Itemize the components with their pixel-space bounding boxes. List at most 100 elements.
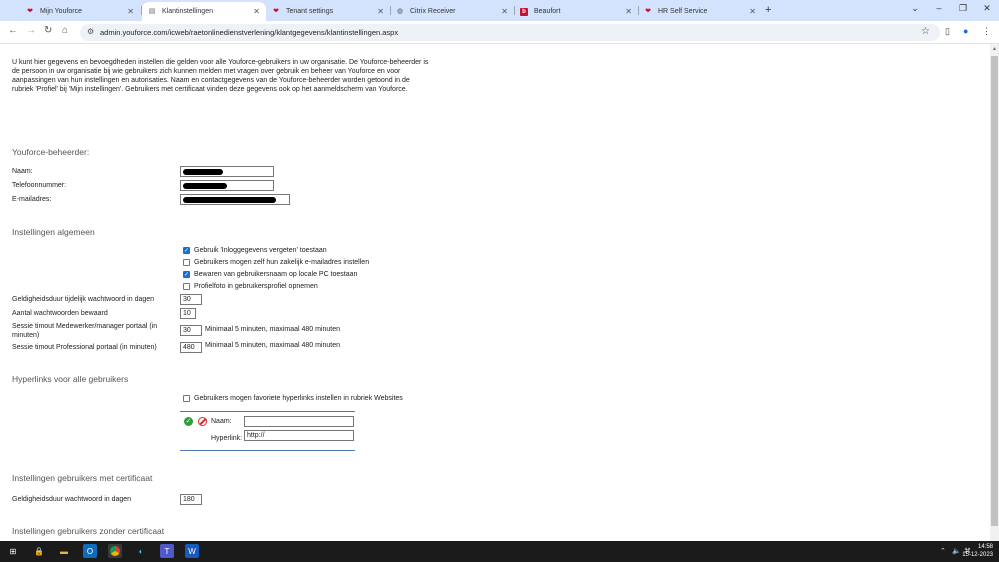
tab-label: Beaufort bbox=[534, 8, 561, 15]
hyperlink-name-input[interactable] bbox=[244, 416, 354, 427]
page-scrollbar[interactable]: ▲ bbox=[990, 44, 999, 541]
teams-icon[interactable]: T bbox=[160, 544, 174, 558]
redaction-bar bbox=[183, 197, 276, 203]
scroll-thumb[interactable] bbox=[991, 56, 998, 526]
tab-mijn-youforce[interactable]: ❤ Mijn Youforce ✕ bbox=[20, 2, 140, 21]
temp-password-label: Geldigheidsduur tijdelijk wachtwoord in … bbox=[12, 296, 155, 303]
tab-beaufort[interactable]: b Beaufort ✕ bbox=[514, 2, 638, 21]
tab-label: HR Self Service bbox=[658, 8, 708, 15]
clock-time: 14:58 bbox=[977, 544, 993, 550]
menu-icon[interactable]: ⋮ bbox=[982, 26, 991, 37]
page-icon: ▤ bbox=[148, 7, 156, 15]
checkbox-unchecked-icon[interactable] bbox=[183, 395, 190, 402]
close-icon[interactable]: ✕ bbox=[127, 7, 134, 16]
checkbox-forgot-credentials[interactable]: ✓ Gebruik 'Inloggegevens vergeten' toest… bbox=[183, 247, 327, 254]
checkbox-label: Gebruikers mogen zelf hun zakelijk e-mai… bbox=[194, 259, 370, 266]
cert-section-title: Instellingen gebruikers met certificaat bbox=[12, 473, 153, 483]
checkbox-profile-photo[interactable]: Profielfoto in gebruikersprofiel opnemen bbox=[183, 283, 318, 290]
minimize-icon[interactable]: – bbox=[927, 3, 951, 14]
session-professional-input[interactable]: 480 bbox=[180, 342, 202, 353]
hyperlink-url-label: Hyperlink: bbox=[211, 435, 243, 442]
admin-email-label: E-mailadres: bbox=[12, 196, 52, 203]
redaction-bar bbox=[183, 169, 223, 175]
tab-citrix-receiver[interactable]: ◍ Citrix Receiver ✕ bbox=[390, 2, 514, 21]
temp-password-input[interactable]: 30 bbox=[180, 294, 202, 305]
close-icon[interactable]: ✕ bbox=[625, 7, 632, 16]
window-controls: ⌄ – ❐ ✕ bbox=[903, 3, 999, 14]
checkbox-save-username[interactable]: ✓ Bewaren van gebruikersnaam op locale P… bbox=[183, 271, 357, 278]
scroll-up-icon[interactable]: ▲ bbox=[992, 46, 997, 52]
tab-label: Tenant settings bbox=[286, 8, 334, 15]
reload-icon[interactable]: ↻ bbox=[44, 25, 52, 36]
hyperlinks-section-title: Hyperlinks voor alle gebruikers bbox=[12, 374, 129, 384]
chevron-up-icon[interactable]: ⌃ bbox=[940, 547, 946, 555]
password-count-input[interactable]: 10 bbox=[180, 308, 196, 319]
tab-hr-self-service[interactable]: ❤ HR Self Service ✕ bbox=[638, 2, 762, 21]
tab-tenant-settings[interactable]: ❤ Tenant settings ✕ bbox=[266, 2, 390, 21]
session-employee-label: Sessie timout Medewerker/manager portaal… bbox=[12, 323, 158, 339]
admin-phone-label: Telefoonnummer: bbox=[12, 182, 67, 189]
sidebar-icon[interactable]: ▯ bbox=[945, 26, 950, 37]
system-clock[interactable]: 14:58 15-12-2023 bbox=[962, 543, 993, 559]
cert-password-input[interactable]: 180 bbox=[180, 494, 202, 505]
close-icon[interactable]: ✕ bbox=[501, 7, 508, 16]
checkbox-label: Gebruikers mogen favoriete hyperlinks in… bbox=[194, 395, 403, 402]
lock-icon[interactable]: 🔒 bbox=[32, 544, 46, 558]
cancel-forbidden-icon[interactable] bbox=[198, 417, 207, 426]
close-icon[interactable]: ✕ bbox=[253, 7, 260, 16]
tab-label: Mijn Youforce bbox=[40, 8, 83, 15]
checkbox-checked-icon[interactable]: ✓ bbox=[183, 247, 190, 254]
outlook-icon[interactable]: O bbox=[83, 544, 97, 558]
checkbox-favorite-hyperlinks[interactable]: Gebruikers mogen favoriete hyperlinks in… bbox=[183, 395, 403, 402]
admin-section-title: Youforce-beheerder: bbox=[12, 147, 90, 157]
maximize-icon[interactable]: ❐ bbox=[951, 3, 975, 14]
url-text: admin.youforce.com/icweb/raetonlinediens… bbox=[100, 28, 399, 37]
checkbox-checked-icon[interactable]: ✓ bbox=[183, 271, 190, 278]
beaufort-logo-icon: b bbox=[520, 7, 528, 16]
youforce-logo-icon: ❤ bbox=[273, 7, 279, 15]
windows-taskbar: ⊞ 🔒 ▬ O ◐ T W ⌃ 🔈 ⌘ 14:58 15-12-2023 bbox=[0, 541, 999, 562]
new-tab-icon[interactable]: + bbox=[765, 4, 771, 16]
confirm-check-icon[interactable]: ✓ bbox=[184, 417, 193, 426]
close-icon[interactable]: ✕ bbox=[749, 7, 756, 16]
speaker-icon[interactable]: 🔈 bbox=[952, 547, 961, 555]
bookmark-star-icon[interactable]: ☆ bbox=[921, 26, 930, 37]
youforce-logo-icon: ❤ bbox=[27, 7, 33, 15]
general-section-title: Instellingen algemeen bbox=[12, 227, 95, 237]
checkbox-label: Gebruik 'Inloggegevens vergeten' toestaa… bbox=[194, 247, 327, 254]
tab-klantinstellingen[interactable]: ▤ Klantinstellingen ✕ bbox=[142, 2, 266, 21]
password-count-label: Aantal wachtwoorden bewaard bbox=[12, 310, 108, 317]
admin-name-label: Naam: bbox=[12, 168, 33, 175]
nocert-section-title: Instellingen gebruikers zonder certifica… bbox=[12, 526, 165, 536]
site-info-icon[interactable]: ⚙ bbox=[87, 27, 94, 36]
hyperlink-url-input[interactable]: http:// bbox=[244, 430, 354, 441]
browser-toolbar: ← → ↻ ⌂ ⚙ admin.youforce.com/icweb/raeto… bbox=[0, 21, 999, 44]
close-window-icon[interactable]: ✕ bbox=[975, 3, 999, 14]
page-content: U kunt hier gegevens en bevoegdheden ins… bbox=[0, 44, 990, 541]
globe-icon: ◍ bbox=[396, 7, 404, 15]
session-professional-label: Sessie timout Professional portaal (in m… bbox=[12, 344, 157, 351]
close-icon[interactable]: ✕ bbox=[377, 7, 384, 16]
windows-start-icon[interactable]: ⊞ bbox=[6, 544, 20, 558]
profile-icon[interactable]: ● bbox=[963, 26, 968, 36]
checkbox-unchecked-icon[interactable] bbox=[183, 259, 190, 266]
tab-strip: ❤ Mijn Youforce ✕ ▤ Klantinstellingen ✕ … bbox=[0, 0, 999, 21]
home-icon[interactable]: ⌂ bbox=[62, 25, 68, 36]
checkbox-unchecked-icon[interactable] bbox=[183, 283, 190, 290]
checkbox-business-email[interactable]: Gebruikers mogen zelf hun zakelijk e-mai… bbox=[183, 259, 369, 266]
session-professional-hint: Minimaal 5 minuten, maximaal 480 minuten bbox=[205, 342, 341, 349]
tab-label: Klantinstellingen bbox=[162, 8, 213, 15]
file-explorer-icon[interactable]: ▬ bbox=[57, 544, 71, 558]
chevron-down-icon[interactable]: ⌄ bbox=[903, 3, 927, 14]
edge-icon[interactable]: ◐ bbox=[134, 544, 148, 558]
checkbox-label: Bewaren van gebruikersnaam op locale PC … bbox=[194, 271, 358, 278]
forward-icon[interactable]: → bbox=[26, 25, 36, 36]
chrome-icon[interactable] bbox=[108, 544, 122, 558]
hyperlink-name-label: Naam: bbox=[211, 418, 232, 425]
back-icon[interactable]: ← bbox=[8, 25, 18, 36]
word-icon[interactable]: W bbox=[185, 544, 199, 558]
intro-text: U kunt hier gegevens en bevoegdheden ins… bbox=[12, 59, 429, 93]
clock-date: 15-12-2023 bbox=[962, 552, 993, 558]
address-bar[interactable]: ⚙ admin.youforce.com/icweb/raetonlinedie… bbox=[80, 24, 940, 41]
session-employee-input[interactable]: 30 bbox=[180, 325, 202, 336]
